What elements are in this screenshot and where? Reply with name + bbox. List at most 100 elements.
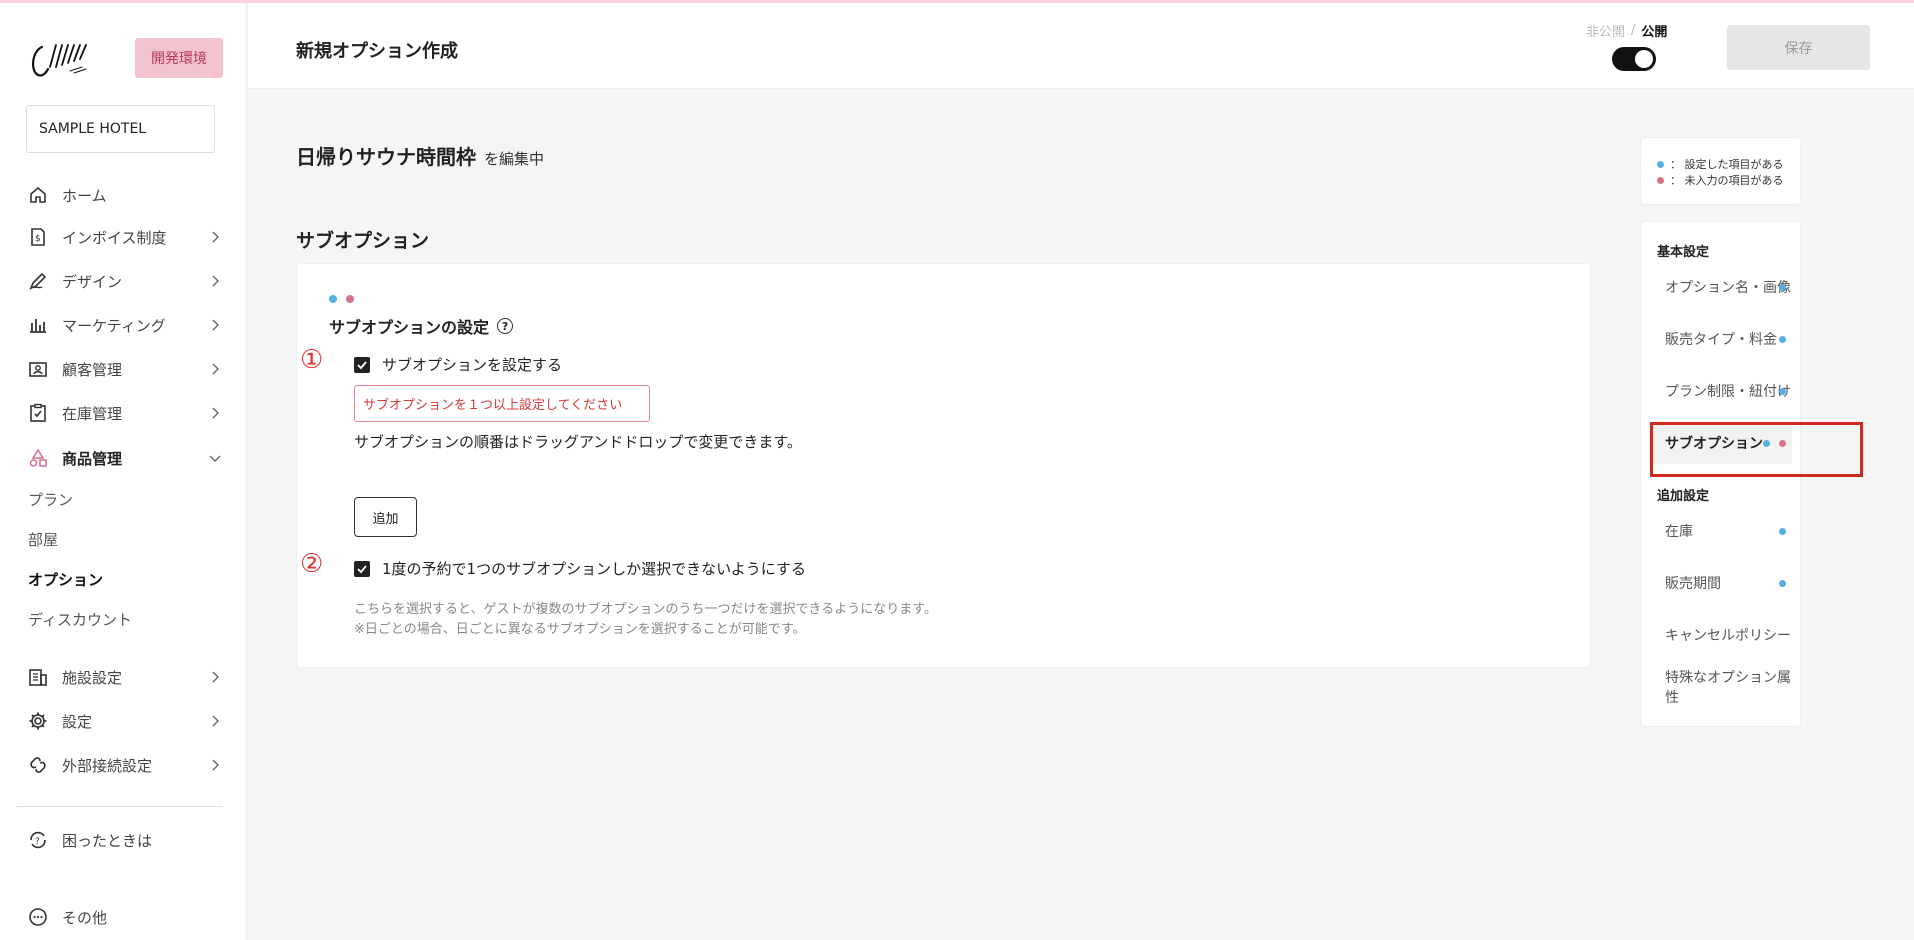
svg-text:$: $ [35, 234, 41, 244]
sidebar-item-invoice[interactable]: $ インボイス制度 [26, 222, 222, 252]
toc-item-special-attr[interactable]: 特殊なオプション属性 [1649, 665, 1792, 709]
sidebar-item-label: マーケティング [62, 316, 166, 335]
add-suboption-button[interactable]: 追加 [354, 497, 417, 537]
annotation-number-1: ① [300, 345, 324, 375]
legend-dot-pink [1657, 176, 1664, 184]
toc-item-name-image[interactable]: オプション名・画像 [1649, 265, 1792, 309]
toc-item-sales-type[interactable]: 販売タイプ・料金 [1649, 317, 1792, 361]
sidebar-item-label: 顧客管理 [62, 360, 123, 379]
status-dot-set [329, 295, 337, 303]
private-label: 非公開 [1586, 25, 1626, 40]
chevron-right-icon [208, 362, 222, 376]
sidebar-item-inventory[interactable]: 在庫管理 [26, 398, 222, 428]
toc-status [1779, 579, 1786, 587]
sidebar-subitem-plan[interactable]: プラン [28, 489, 73, 510]
toc-item-stock[interactable]: 在庫 [1649, 509, 1792, 553]
editing-option-name: 日帰りサウナ時間枠 [296, 145, 476, 169]
top-header: 新規オプション作成 非公開 / 公開 保存 [248, 3, 1914, 89]
help-icon[interactable]: ? [497, 318, 514, 334]
sidebar-item-label: デザイン [62, 272, 123, 291]
chevron-right-icon [208, 318, 222, 332]
legend-row-set: ： 設定した項目がある [1657, 156, 1800, 172]
shapes-icon [26, 446, 50, 470]
status-dot-set [1779, 387, 1786, 395]
toc-item-label: 販売期間 [1665, 576, 1721, 592]
chart-icon [26, 313, 50, 337]
sidebar-item-design[interactable]: デザイン [26, 266, 222, 296]
sidebar-item-products[interactable]: 商品管理 [26, 443, 222, 473]
more-icon [26, 905, 50, 929]
checkbox-checked[interactable] [354, 356, 370, 373]
home-icon [26, 183, 50, 207]
invoice-icon: $ [26, 225, 50, 249]
legend-text: ： 設定した項目がある [1670, 158, 1784, 171]
clipboard-icon [26, 401, 50, 425]
status-legend: ： 設定した項目がある ： 未入力の項目がある [1640, 137, 1801, 205]
toc-heading-basic: 基本設定 [1657, 245, 1710, 260]
toc-status [1779, 283, 1786, 291]
card-title: サブオプションの設定 ? [329, 314, 514, 338]
chevron-right-icon [208, 274, 222, 288]
toc-item-label: 販売タイプ・料金 [1665, 332, 1777, 348]
toc-item-plan-limit[interactable]: プラン制限・紐付け [1649, 369, 1792, 413]
toc-status [1779, 387, 1786, 395]
toc-status [1779, 527, 1786, 535]
sidebar-subitem-room[interactable]: 部屋 [28, 529, 58, 550]
sidebar-item-label: 在庫管理 [62, 404, 123, 423]
sidebar-item-label: 外部接続設定 [62, 756, 153, 775]
editing-suffix: を編集中 [484, 150, 545, 168]
link-icon [26, 753, 50, 777]
toc-item-cancel-policy[interactable]: キャンセルポリシー [1649, 613, 1792, 657]
sidebar-item-customer[interactable]: 顧客管理 [26, 354, 222, 384]
chevron-right-icon [208, 714, 222, 728]
suboption-card: サブオプションの設定 ? ① サブオプションを設定する サブオプションを１つ以上… [296, 263, 1591, 668]
sidebar-item-facility[interactable]: 施設設定 [26, 662, 222, 692]
single-select-checkbox-row[interactable]: 1度の予約で1つのサブオプションしか選択できないようにする [354, 558, 806, 579]
sidebar: 開発環境 SAMPLE HOTEL ホーム $ インボイス制度 デザイン マーケ… [0, 3, 247, 940]
legend-dot-blue [1657, 160, 1664, 168]
section-title: サブオプション [296, 230, 430, 252]
svg-text:?: ? [35, 837, 40, 847]
chevron-right-icon [208, 230, 222, 244]
sidebar-item-label: インボイス制度 [62, 228, 167, 247]
sidebar-subitem-discount[interactable]: ディスカウント [28, 609, 132, 630]
toc-item-label: プラン制限・紐付け [1665, 384, 1791, 400]
chevron-right-icon [208, 406, 222, 420]
sidebar-item-label: その他 [62, 908, 108, 927]
toc-item-sales-period[interactable]: 販売期間 [1649, 561, 1792, 605]
building-icon [26, 665, 50, 689]
legend-row-missing: ： 未入力の項目がある [1657, 172, 1800, 188]
pen-icon [26, 269, 50, 293]
gear-icon [26, 709, 50, 733]
highlight-box [1650, 422, 1863, 477]
sidebar-item-marketing[interactable]: マーケティング [26, 310, 222, 340]
sidebar-item-label: 困ったときは [62, 831, 153, 850]
hotel-selector[interactable]: SAMPLE HOTEL [26, 105, 215, 153]
status-dot-missing [346, 295, 354, 303]
description-line-2: ※日ごとの場合、日ごとに異なるサブオプションを選択することが可能です。 [354, 622, 806, 637]
visibility-toggle[interactable] [1612, 47, 1656, 71]
visibility-labels: 非公開 / 公開 [1586, 21, 1667, 40]
sidebar-item-label: 商品管理 [62, 449, 123, 468]
checkbox-checked[interactable] [354, 560, 370, 577]
sidebar-item-settings[interactable]: 設定 [26, 706, 222, 736]
status-dot-set [1779, 579, 1786, 587]
brand-logo[interactable] [26, 37, 100, 85]
sidebar-item-external[interactable]: 外部接続設定 [26, 750, 222, 780]
sidebar-divider [17, 806, 222, 807]
status-dot-set [1779, 283, 1786, 291]
description-line-1: こちらを選択すると、ゲストが複数のサブオプションのうち一つだけを選択できるように… [354, 602, 937, 617]
annotation-number-2: ② [300, 549, 324, 579]
sidebar-item-home[interactable]: ホーム [26, 180, 222, 210]
public-label: 公開 [1641, 25, 1668, 40]
toggle-knob [1635, 50, 1653, 68]
page-title: 新規オプション作成 [296, 41, 458, 62]
sidebar-item-other[interactable]: その他 [26, 902, 222, 932]
checkbox-label: サブオプションを設定する [382, 356, 563, 374]
toc-status [1779, 335, 1786, 343]
set-suboption-checkbox-row[interactable]: サブオプションを設定する [354, 354, 562, 375]
save-button[interactable]: 保存 [1727, 25, 1870, 70]
sidebar-item-help[interactable]: ? 困ったときは [26, 825, 222, 855]
toc-heading-extra: 追加設定 [1657, 489, 1710, 504]
sidebar-subitem-option[interactable]: オプション [28, 569, 103, 590]
